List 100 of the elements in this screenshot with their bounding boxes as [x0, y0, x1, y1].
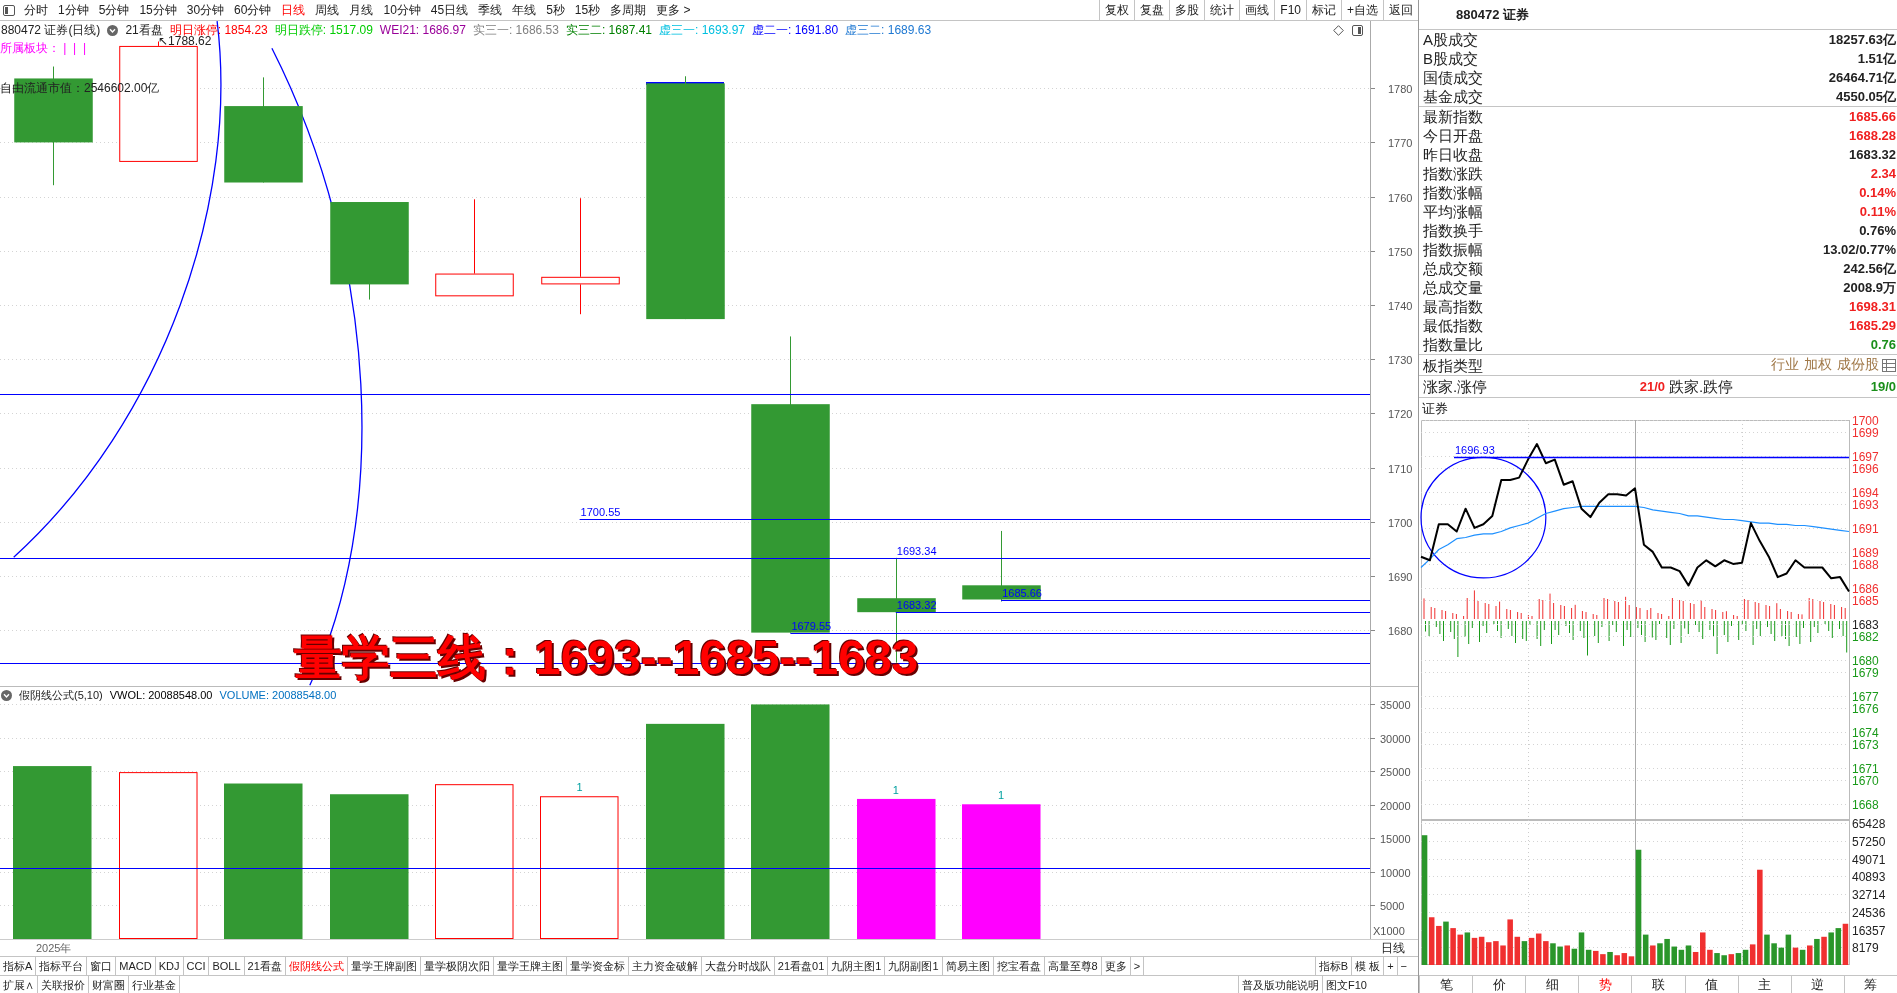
axis-label: 1700: [1852, 414, 1879, 428]
axis-label: 5000: [1380, 899, 1405, 912]
stat-label: 指数振幅: [1423, 240, 1483, 259]
axis-label: 57250: [1852, 835, 1886, 849]
stat-label: B股成交: [1423, 49, 1478, 68]
stat-value: 1685.29: [1849, 317, 1896, 335]
chart-label: 证券: [1421, 400, 1449, 418]
axis-label: 15000: [1380, 832, 1411, 845]
stat-value: 13.02/0.77%: [1823, 241, 1896, 259]
axis-label: 1674: [1852, 726, 1879, 740]
axis-label: 2025年: [36, 940, 72, 956]
chart-title: 880472 证券(日线): [1, 22, 101, 39]
axis-label: 1694: [1852, 486, 1879, 500]
signal-label: 1: [998, 789, 1005, 802]
stat-label: 今日开盘: [1423, 126, 1483, 145]
stat-label: 国债成交: [1423, 68, 1483, 87]
axis-label: 20000: [1380, 799, 1411, 812]
stat-label: 指数涨跌: [1423, 164, 1483, 183]
indicator-value: 实三一: 1686.53: [472, 22, 559, 39]
period-label: 日线: [1381, 939, 1406, 957]
stat-value: 1.51亿: [1857, 50, 1896, 68]
axis-label: 1683: [1852, 618, 1879, 632]
stat-value: 1683.32: [1849, 146, 1896, 164]
stat-label: A股成交: [1423, 30, 1478, 49]
axis-label: 1693: [1852, 498, 1879, 512]
sector-label: 所属板块： | | |: [0, 40, 87, 57]
stat-value: 18257.63亿: [1828, 31, 1896, 49]
axis-label: 1730: [1388, 353, 1413, 366]
axis-label: 1680: [1388, 624, 1413, 637]
stat-value: 0.14%: [1859, 184, 1896, 202]
axis-label: 49071: [1852, 853, 1886, 867]
axis-label: 1699: [1852, 426, 1879, 440]
axis-label: 1679: [1852, 666, 1879, 680]
axis-label: 1691: [1852, 522, 1879, 536]
stat-label: 最高指数: [1423, 297, 1483, 316]
axis-label: 32714: [1852, 888, 1886, 902]
axis-label: 1670: [1852, 774, 1879, 788]
stat-label: 板指类型: [1423, 355, 1483, 375]
signal-label: 1: [576, 781, 583, 794]
axis-label: 1750: [1388, 245, 1413, 258]
indicator-value: 实三二: 1687.41: [565, 22, 652, 39]
indicator-value: VOLUME: 20088548.00: [219, 688, 337, 703]
stat-label: 涨家.涨停: [1423, 377, 1489, 396]
indicator-value: VWOL: 20088548.00: [109, 688, 213, 703]
stat-value: 2.34: [1870, 165, 1896, 183]
axis-label: 1780: [1388, 82, 1413, 95]
axis-label: 1671: [1852, 762, 1879, 776]
axis-label: 30000: [1380, 732, 1411, 745]
axis-label: 1688: [1852, 558, 1879, 572]
stat-label: 平均涨幅: [1423, 202, 1483, 221]
price-label: 1683.32: [896, 598, 937, 611]
axis-label: 1700: [1388, 516, 1413, 529]
axis-label: 1690: [1388, 570, 1413, 583]
stat-label: 昨日收盘: [1423, 145, 1483, 164]
stat-value: 242.56亿: [1843, 260, 1896, 278]
axis-label: 16357: [1852, 924, 1886, 938]
stat-value: 4550.05亿: [1836, 88, 1896, 106]
panel-title: 880472 证券: [1419, 0, 1897, 30]
axis-label: 1720: [1388, 407, 1413, 420]
axis-label: 1770: [1388, 136, 1413, 149]
stat-label: 指数量比: [1423, 335, 1483, 354]
stat-value: 1698.31: [1849, 298, 1896, 316]
price-label: ↖1788.62: [158, 34, 212, 49]
stat-value: 19/0: [1870, 378, 1896, 396]
axis-label: 8179: [1852, 941, 1879, 955]
axis-label: 40893: [1852, 870, 1886, 884]
indicator-name: 假阴线公式(5,10): [19, 688, 103, 703]
stat-value: 1688.28: [1849, 127, 1896, 145]
unit-label: X1000: [1373, 925, 1405, 938]
axis-label: 1760: [1388, 191, 1413, 204]
stat-value: 21/0: [1638, 378, 1665, 396]
price-label: 1696.93: [1455, 443, 1495, 456]
axis-label: 1682: [1852, 630, 1879, 644]
indicator-value: WEI21: 1686.97: [379, 22, 466, 39]
axis-label: 1689: [1852, 546, 1879, 560]
stat-label: 基金成交: [1423, 87, 1483, 106]
stat-label: 总成交额: [1423, 259, 1483, 278]
axis-label: 10000: [1380, 866, 1411, 879]
indicator-value: 虚三一: 1693.97: [659, 22, 746, 39]
axis-label: 1676: [1852, 702, 1879, 716]
stat-label: 总成交量: [1423, 278, 1483, 297]
indicator-value: 明日涨停: 1854.23: [169, 22, 268, 37]
stat-value: 2008.9万: [1843, 279, 1896, 297]
axis-label: 1680: [1852, 654, 1879, 668]
stat-label: 最低指数: [1423, 316, 1483, 335]
axis-label: 1697: [1852, 450, 1879, 464]
price-label: 1693.34: [896, 544, 937, 557]
axis-label: 1685: [1852, 594, 1879, 608]
axis-label: 1710: [1388, 462, 1413, 475]
axis-label: 25000: [1380, 765, 1411, 778]
indicator-value: 虚二一: 1691.80: [752, 22, 839, 39]
stat-label: 指数换手: [1423, 221, 1483, 240]
price-label: 1700.55: [580, 505, 621, 518]
axis-label: 65428: [1852, 817, 1886, 831]
axis-label: 1686: [1852, 582, 1879, 596]
stat-label: 指数涨幅: [1423, 183, 1483, 202]
axis-label: 35000: [1380, 698, 1411, 711]
axis-label: 1677: [1852, 690, 1879, 704]
stat-value: 26464.71亿: [1828, 69, 1896, 87]
stat-value: 0.76: [1870, 336, 1896, 354]
